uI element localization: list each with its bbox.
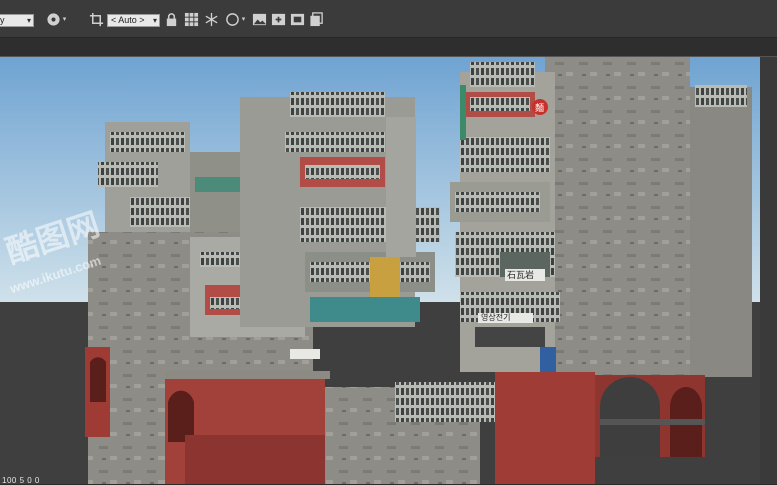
toolbar-separator [0, 38, 777, 56]
rendered-city-scene [0, 57, 777, 484]
snapshot-icon [290, 13, 304, 25]
viewport-margin [760, 57, 777, 484]
region-button[interactable]: ▾ [222, 9, 248, 29]
image-icon [252, 13, 266, 25]
right-tower [450, 57, 752, 377]
render-sphere-icon [47, 12, 60, 26]
grid-button[interactable] [182, 9, 200, 29]
render-toolbar: y ▾ ▾ < Auto > ▾ ▾ [0, 0, 777, 38]
snowflake-icon [205, 12, 217, 26]
copy-icon [309, 11, 323, 26]
render-viewport[interactable]: 石瓦岩 영상전기 麵 酷图网 www.ikutu.com [0, 56, 777, 484]
crop-icon [89, 12, 103, 26]
chevron-down-icon: ▾ [26, 16, 31, 25]
snapshot-button[interactable] [288, 9, 306, 29]
display-image-button[interactable] [250, 9, 268, 29]
lock-button[interactable] [163, 9, 179, 29]
grid-icon [184, 12, 198, 26]
render-sphere-button[interactable]: ▾ [42, 9, 70, 29]
chevron-down-icon: ▾ [62, 16, 67, 23]
add-image-icon [271, 13, 285, 25]
shop-sign-2: 영상전기 [481, 313, 511, 322]
copy-button[interactable] [307, 9, 325, 29]
crop-button[interactable] [86, 9, 106, 29]
left-combo[interactable]: y ▾ [0, 14, 34, 27]
add-image-button[interactable] [269, 9, 287, 29]
lock-icon [166, 12, 176, 26]
left-combo-value: y [0, 15, 5, 25]
circle-icon [225, 12, 239, 26]
center-tower [240, 92, 440, 327]
aspect-ratio-value: < Auto > [111, 15, 145, 25]
chevron-down-icon: ▾ [241, 16, 246, 23]
aspect-ratio-combo[interactable]: < Auto > ▾ [107, 14, 160, 27]
chevron-down-icon: ▾ [152, 16, 157, 25]
freeze-button[interactable] [202, 9, 220, 29]
shop-sign-3: 麵 [535, 103, 545, 113]
shop-sign-1: 石瓦岩 [507, 270, 535, 280]
